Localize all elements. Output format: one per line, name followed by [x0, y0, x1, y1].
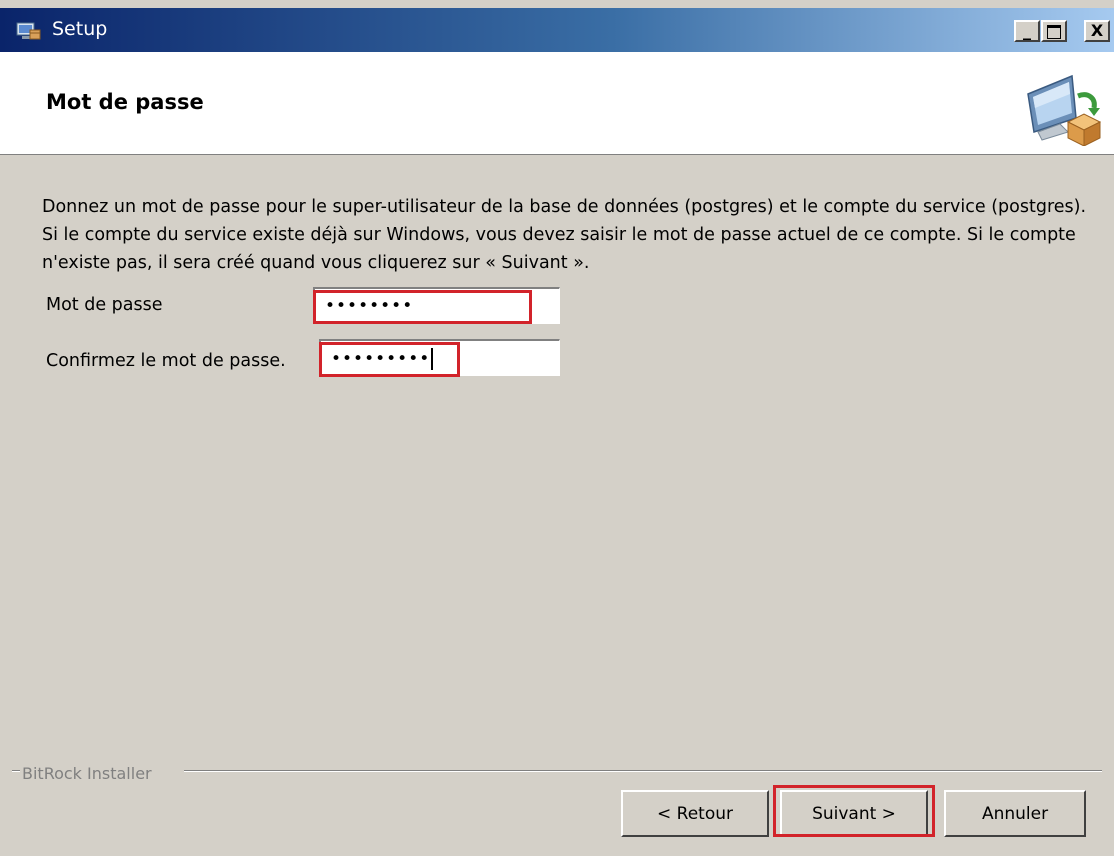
- back-button[interactable]: < Retour: [621, 790, 769, 837]
- installer-brand-label: BitRock Installer: [22, 764, 152, 783]
- computer-install-icon: [1027, 74, 1102, 146]
- confirm-password-label: Confirmez le mot de passe.: [46, 351, 286, 371]
- password-highlight-box: [313, 290, 532, 324]
- close-icon: X: [1090, 21, 1104, 40]
- setup-window: Setup _ X Mot de passe Donnez un mot de …: [0, 0, 1114, 856]
- minimize-button[interactable]: _: [1014, 20, 1040, 42]
- group-divider: [184, 770, 1102, 772]
- minimize-icon: _: [1023, 21, 1031, 40]
- maximize-icon: [1047, 25, 1061, 39]
- page-title: Mot de passe: [46, 90, 204, 114]
- title-bar[interactable]: Setup _ X: [0, 8, 1114, 52]
- description-text: Donnez un mot de passe pour le super-uti…: [42, 197, 1087, 273]
- wizard-header: Mot de passe: [0, 52, 1114, 155]
- close-button[interactable]: X: [1084, 20, 1110, 42]
- confirm-password-highlight-box: [319, 342, 460, 377]
- window-title: Setup: [52, 18, 108, 40]
- setup-app-icon: [16, 22, 41, 40]
- password-label: Mot de passe: [46, 295, 163, 315]
- group-divider-left: [12, 770, 20, 772]
- maximize-button[interactable]: [1041, 20, 1067, 42]
- next-button-highlight-box: [773, 785, 935, 837]
- cancel-button[interactable]: Annuler: [944, 790, 1086, 837]
